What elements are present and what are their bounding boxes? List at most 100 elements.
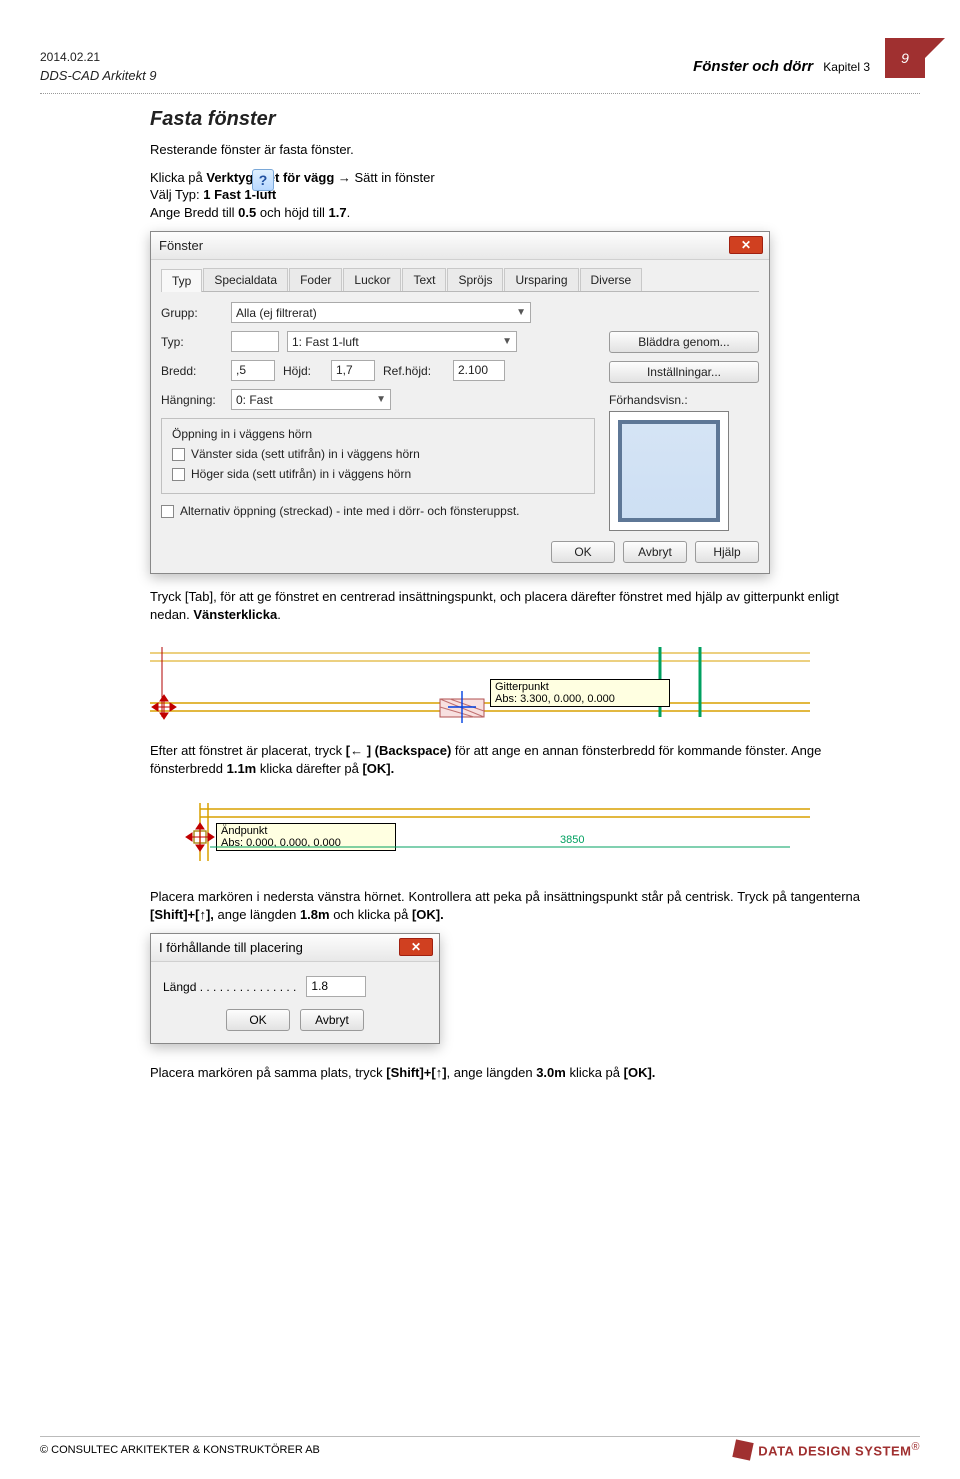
combo-typ[interactable]: 1: Fast 1-luft ▼: [287, 331, 517, 352]
corner-groupbox: Öppning in i väggens hörn Vänster sida (…: [161, 418, 595, 494]
tab-ursparing[interactable]: Ursparing: [504, 268, 578, 291]
p4e: .: [347, 205, 351, 220]
chapter-text: Kapitel 3: [823, 60, 870, 74]
close-icon[interactable]: ✕: [399, 938, 433, 956]
page-number-badge: 9: [885, 38, 925, 78]
p7f: [OK].: [412, 907, 444, 922]
chk-alt-open-label: Alternativ öppning (streckad) - inte med…: [180, 504, 520, 518]
p3a: Välj Typ:: [150, 187, 203, 202]
checkbox-left[interactable]: [172, 448, 185, 461]
cancel-button[interactable]: Avbryt: [300, 1009, 364, 1031]
placement-dialog: I förhållande till placering ✕ Längd . .…: [150, 933, 440, 1044]
chevron-down-icon: ▼: [512, 307, 526, 318]
groupbox-label: Öppning in i väggens hörn: [172, 427, 584, 441]
label-typ: Typ:: [161, 335, 223, 349]
tab-text[interactable]: Text: [402, 268, 446, 291]
p8a: Placera markören på samma plats, tryck: [150, 1065, 386, 1080]
dialog2-titlebar[interactable]: I förhållande till placering ✕: [151, 934, 439, 962]
window-dialog: Fönster ✕ Typ Specialdata Foder Luckor T…: [150, 231, 770, 574]
footer-copyright: © CONSULTEC ARKITEKTER & KONSTRUKTÖRER A…: [40, 1444, 320, 1456]
refhojd-field[interactable]: 2.100: [453, 360, 505, 381]
label-hangning: Hängning:: [161, 393, 223, 407]
tab-typ[interactable]: Typ: [161, 269, 202, 292]
tab-sprojs[interactable]: Spröjs: [447, 268, 503, 291]
help-icon: ?: [252, 169, 274, 191]
settings-button[interactable]: Inställningar...: [609, 361, 759, 383]
p6e: klicka därefter på: [256, 761, 362, 776]
brand-c: SYSTEM: [855, 1444, 911, 1459]
tab-foder[interactable]: Foder: [289, 268, 342, 291]
p4a: Ange Bredd till: [150, 205, 238, 220]
p8c: , ange längden: [447, 1065, 537, 1080]
dimension-3850: 3850: [560, 834, 584, 846]
page-header: 9 2014.02.21 DDS-CAD Arkitekt 9 Fönster …: [0, 0, 960, 89]
tooltip1-coords: Abs: 3.300, 0.000, 0.000: [495, 693, 665, 705]
p7e: och klicka på: [330, 907, 412, 922]
p4c: och höjd till: [256, 205, 328, 220]
p2c: → Sätt in fönster: [334, 170, 434, 185]
tab-luckor[interactable]: Luckor: [343, 268, 401, 291]
checkbox-alt-open[interactable]: [161, 505, 174, 518]
chevron-down-icon: ▼: [372, 394, 386, 405]
header-doc-title: Fönster och dörr Kapitel 3: [693, 58, 870, 75]
close-icon[interactable]: ✕: [729, 236, 763, 254]
ok-button[interactable]: OK: [226, 1009, 290, 1031]
p2a: Klicka på: [150, 170, 206, 185]
combo-hangning[interactable]: 0: Fast ▼: [231, 389, 391, 410]
cube-icon: [733, 1439, 754, 1460]
brand-text: DATA DESIGN SYSTEM®: [758, 1441, 920, 1458]
page-footer: © CONSULTEC ARKITEKTER & KONSTRUKTÖRER A…: [40, 1436, 920, 1459]
drawing-endpoint: Ändpunkt Abs: 0.000, 0.000, 0.000 3850: [150, 791, 860, 869]
ok-button[interactable]: OK: [551, 541, 615, 563]
browse-button[interactable]: Bläddra genom...: [609, 331, 759, 353]
p6d: 1.1m: [227, 761, 257, 776]
p7d: 1.8m: [300, 907, 330, 922]
tab-specialdata[interactable]: Specialdata: [203, 268, 288, 291]
hojd-field[interactable]: 1,7: [331, 360, 375, 381]
preview-label: Förhandsvisn.:: [609, 393, 759, 407]
p7b: [Shift]+[↑],: [150, 907, 214, 922]
p7c: ange längden: [214, 907, 300, 922]
drawing-gridpoint: Gitterpunkt Abs: 3.300, 0.000, 0.000: [150, 637, 860, 723]
brand-b: DESIGN: [798, 1444, 855, 1459]
cancel-button[interactable]: Avbryt: [623, 541, 687, 563]
chk-right-label: Höger sida (sett utifrån) in i väggens h…: [191, 467, 411, 481]
label-bredd: Bredd:: [161, 364, 223, 378]
combo-typ-value: 1: Fast 1-luft: [292, 335, 359, 349]
tooltip1-title: Gitterpunkt: [495, 681, 665, 693]
dialog-title: Fönster: [159, 238, 203, 253]
instruction-4: Placera markören i nedersta vänstra hörn…: [150, 888, 860, 923]
brand-logo: DATA DESIGN SYSTEM®: [734, 1441, 920, 1459]
p4d: 1.7: [329, 205, 347, 220]
dialog-titlebar[interactable]: Fönster ✕: [151, 232, 769, 260]
p8f: [OK].: [624, 1065, 656, 1080]
section-heading: Fasta fönster: [150, 108, 860, 131]
tab-diverse[interactable]: Diverse: [580, 268, 643, 291]
checkbox-right[interactable]: [172, 468, 185, 481]
label-hojd: Höjd:: [283, 364, 323, 378]
langd-field[interactable]: 1.8: [306, 976, 366, 997]
p5b: Vänsterklicka: [193, 607, 277, 622]
bredd-field[interactable]: ,5: [231, 360, 275, 381]
chevron-down-icon: ▼: [498, 336, 512, 347]
tab-row: Typ Specialdata Foder Luckor Text Spröjs…: [161, 268, 759, 292]
instruction-5: Placera markören på samma plats, tryck […: [150, 1064, 860, 1082]
preview-box: [609, 411, 729, 531]
instruction-2: Tryck [Tab], för att ge fönstret en cent…: [150, 588, 860, 623]
window-preview-icon: [618, 420, 720, 522]
tooltip2-title: Ändpunkt: [221, 825, 391, 837]
help-button[interactable]: Hjälp: [695, 541, 759, 563]
label-langd: Längd . . . . . . . . . . . . . . .: [163, 980, 296, 994]
p5c: .: [277, 607, 281, 622]
doc-title-text: Fönster och dörr: [693, 58, 813, 75]
combo-grupp[interactable]: Alla (ej filtrerat) ▼: [231, 302, 531, 323]
p6b: [← ] (Backspace): [346, 743, 451, 758]
p7a: Placera markören i nedersta vänstra hörn…: [150, 889, 860, 904]
label-grupp: Grupp:: [161, 306, 223, 320]
p8d: 3.0m: [536, 1065, 566, 1080]
p6a: Efter att fönstret är placerat, tryck: [150, 743, 346, 758]
chk-left-label: Vänster sida (sett utifrån) in i väggens…: [191, 447, 420, 461]
brand-a: DATA: [758, 1444, 798, 1459]
typ-code-field[interactable]: [231, 331, 279, 352]
label-refhojd: Ref.höjd:: [383, 364, 445, 378]
